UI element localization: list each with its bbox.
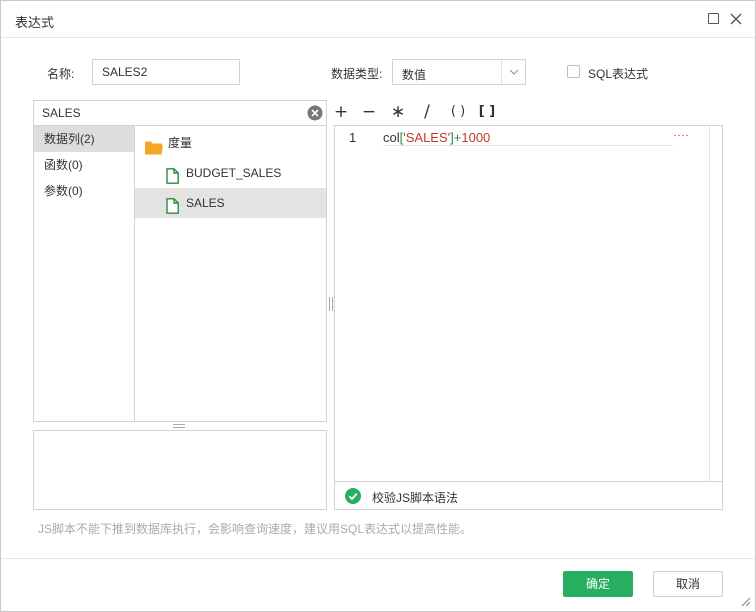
search-input[interactable] [42, 106, 302, 120]
sql-expression-checkbox[interactable] [567, 65, 580, 78]
sql-expression-label: SQL表达式 [588, 67, 649, 81]
title-bar: 表达式 [1, 1, 755, 38]
data-type-value: 数值 [402, 68, 427, 82]
code-token-function: col [383, 130, 400, 145]
validate-js-label[interactable]: 校验JS脚本语法 [372, 489, 458, 506]
horizontal-splitter-handle[interactable] [173, 424, 185, 428]
category-functions[interactable]: 函数(0) [34, 152, 134, 178]
footer-divider [1, 558, 755, 559]
dialog-title: 表达式 [15, 15, 55, 30]
code-token-string: 'SALES' [403, 130, 451, 145]
resize-grip-icon[interactable] [739, 595, 751, 607]
maximize-icon[interactable] [708, 13, 719, 24]
expression-editor[interactable]: 1 col['SALES']+1000 校验JS脚本语法 [334, 125, 723, 510]
operator-multiply-button[interactable]: ∗ [389, 102, 407, 122]
data-type-label: 数据类型: [331, 67, 383, 81]
operator-plus-button[interactable]: + [332, 102, 350, 122]
operator-parentheses-button[interactable]: ( ) [447, 102, 469, 122]
validate-bar[interactable]: 校验JS脚本语法 [335, 481, 722, 509]
editor-scrollbar[interactable] [709, 126, 710, 481]
performance-hint: JS脚本不能下推到数据库执行，会影响查询速度，建议用SQL表达式以提高性能。 [38, 522, 473, 536]
category-parameters[interactable]: 参数(0) [34, 178, 134, 204]
operator-divide-button[interactable]: / [419, 102, 435, 122]
corner-marker [674, 126, 690, 136]
cancel-button[interactable]: 取消 [653, 571, 723, 597]
chevron-down-icon[interactable] [501, 60, 525, 84]
name-label: 名称: [47, 67, 75, 81]
active-line-underline [383, 145, 673, 146]
name-input[interactable]: SALES2 [92, 59, 240, 85]
field-browser: 数据列(2) 函数(0) 参数(0) 度量 BUDGET_SALES SALES [33, 125, 327, 422]
tree-field-budget-sales[interactable]: BUDGET_SALES [135, 158, 326, 188]
operator-minus-button[interactable]: − [360, 102, 378, 122]
category-columns[interactable]: 数据列(2) [34, 126, 134, 152]
operator-brackets-button[interactable]: [ ] [476, 102, 498, 122]
check-circle-icon [345, 488, 361, 504]
code-line[interactable]: col['SALES']+1000 [383, 130, 490, 145]
line-number: 1 [349, 130, 357, 145]
tree-field-sales[interactable]: SALES [135, 188, 326, 218]
ok-button[interactable]: 确定 [563, 571, 633, 597]
code-token-number: 1000 [461, 130, 491, 145]
field-tree: 度量 BUDGET_SALES SALES [135, 126, 326, 421]
folder-label: 度量 [168, 136, 193, 150]
description-panel [33, 430, 327, 510]
field-file-icon [166, 195, 179, 225]
clear-search-icon[interactable] [307, 105, 323, 121]
vertical-splitter-handle[interactable] [329, 297, 333, 311]
field-label: SALES [186, 196, 225, 210]
data-type-select[interactable]: 数值 [392, 59, 526, 85]
expression-dialog: 表达式 名称: SALES2 数据类型: 数值 SQL表达式 数据列(2) 函数… [0, 0, 756, 612]
field-search[interactable] [33, 100, 327, 126]
close-icon[interactable] [730, 13, 742, 25]
field-label: BUDGET_SALES [186, 166, 282, 180]
tree-folder-measures[interactable]: 度量 [135, 128, 326, 158]
category-list: 数据列(2) 函数(0) 参数(0) [34, 126, 135, 421]
